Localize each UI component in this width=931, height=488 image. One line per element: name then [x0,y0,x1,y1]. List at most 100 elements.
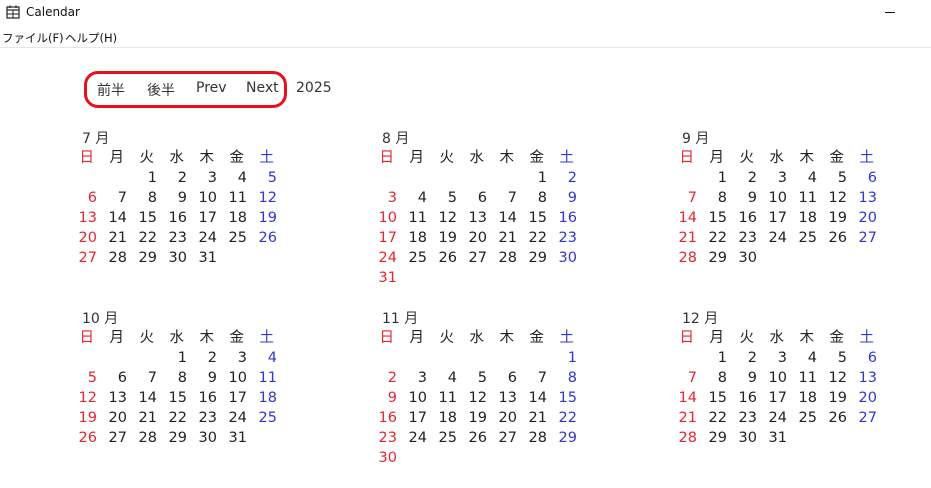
day-cell[interactable]: 22 [547,408,577,428]
day-cell[interactable]: 2 [157,168,187,188]
day-cell[interactable]: 20 [97,408,127,428]
minimize-button[interactable] [875,0,905,24]
day-cell[interactable]: 5 [817,348,847,368]
day-cell[interactable]: 10 [187,188,217,208]
day-cell[interactable]: 20 [847,208,877,228]
day-cell[interactable]: 1 [697,348,727,368]
day-cell[interactable]: 3 [367,188,397,208]
day-cell[interactable]: 25 [397,248,427,268]
day-cell[interactable]: 21 [517,408,547,428]
day-cell[interactable]: 5 [817,168,847,188]
day-cell[interactable]: 24 [217,408,247,428]
day-cell[interactable]: 31 [187,248,217,268]
day-cell[interactable]: 30 [547,248,577,268]
menu-help[interactable]: ヘルプ(H) [65,30,117,46]
day-cell[interactable]: 11 [787,188,817,208]
day-cell[interactable]: 6 [847,168,877,188]
day-cell[interactable]: 8 [547,368,577,388]
day-cell[interactable]: 1 [517,168,547,188]
day-cell[interactable]: 29 [517,248,547,268]
day-cell[interactable]: 20 [847,388,877,408]
day-cell[interactable]: 21 [667,228,697,248]
day-cell[interactable]: 13 [847,368,877,388]
next-button[interactable]: Next [246,80,279,96]
day-cell[interactable]: 26 [817,408,847,428]
day-cell[interactable]: 1 [157,348,187,368]
day-cell[interactable]: 15 [127,208,157,228]
day-cell[interactable]: 22 [697,228,727,248]
day-cell[interactable]: 28 [667,248,697,268]
day-cell[interactable]: 28 [667,428,697,448]
day-cell[interactable]: 19 [817,208,847,228]
day-cell[interactable]: 27 [847,228,877,248]
day-cell[interactable]: 6 [457,188,487,208]
day-cell[interactable]: 21 [127,408,157,428]
day-cell[interactable]: 23 [367,428,397,448]
day-cell[interactable]: 12 [247,188,277,208]
day-cell[interactable]: 22 [127,228,157,248]
day-cell[interactable]: 9 [367,388,397,408]
day-cell[interactable]: 27 [67,248,97,268]
day-cell[interactable]: 8 [517,188,547,208]
day-cell[interactable]: 18 [397,228,427,248]
day-cell[interactable]: 16 [367,408,397,428]
day-cell[interactable]: 19 [67,408,97,428]
day-cell[interactable]: 25 [787,228,817,248]
day-cell[interactable]: 6 [847,348,877,368]
day-cell[interactable]: 8 [157,368,187,388]
day-cell[interactable]: 29 [127,248,157,268]
day-cell[interactable]: 11 [217,188,247,208]
day-cell[interactable]: 15 [157,388,187,408]
day-cell[interactable]: 11 [427,388,457,408]
day-cell[interactable]: 15 [517,208,547,228]
day-cell[interactable]: 31 [217,428,247,448]
day-cell[interactable]: 27 [847,408,877,428]
day-cell[interactable]: 28 [517,428,547,448]
day-cell[interactable]: 16 [727,208,757,228]
day-cell[interactable]: 16 [157,208,187,228]
day-cell[interactable]: 12 [457,388,487,408]
day-cell[interactable]: 18 [787,208,817,228]
day-cell[interactable]: 26 [247,228,277,248]
day-cell[interactable]: 10 [757,188,787,208]
day-cell[interactable]: 19 [817,388,847,408]
day-cell[interactable]: 23 [727,408,757,428]
day-cell[interactable]: 4 [247,348,277,368]
day-cell[interactable]: 24 [367,248,397,268]
day-cell[interactable]: 7 [517,368,547,388]
day-cell[interactable]: 17 [187,208,217,228]
day-cell[interactable]: 9 [727,368,757,388]
day-cell[interactable]: 1 [697,168,727,188]
day-cell[interactable]: 7 [127,368,157,388]
day-cell[interactable]: 12 [427,208,457,228]
day-cell[interactable]: 4 [787,348,817,368]
second-half-button[interactable]: 後半 [147,80,175,100]
day-cell[interactable]: 4 [397,188,427,208]
day-cell[interactable]: 30 [727,248,757,268]
day-cell[interactable]: 2 [547,168,577,188]
day-cell[interactable]: 9 [727,188,757,208]
day-cell[interactable]: 12 [817,188,847,208]
prev-button[interactable]: Prev [196,80,227,96]
day-cell[interactable]: 2 [187,348,217,368]
day-cell[interactable]: 26 [457,428,487,448]
day-cell[interactable]: 10 [367,208,397,228]
day-cell[interactable]: 11 [397,208,427,228]
day-cell[interactable]: 9 [187,368,217,388]
day-cell[interactable]: 9 [547,188,577,208]
day-cell[interactable]: 27 [97,428,127,448]
day-cell[interactable]: 2 [367,368,397,388]
day-cell[interactable]: 16 [727,388,757,408]
day-cell[interactable]: 2 [727,348,757,368]
day-cell[interactable]: 14 [127,388,157,408]
day-cell[interactable]: 25 [217,228,247,248]
day-cell[interactable]: 13 [457,208,487,228]
day-cell[interactable]: 23 [727,228,757,248]
day-cell[interactable]: 15 [697,388,727,408]
day-cell[interactable]: 21 [97,228,127,248]
day-cell[interactable]: 19 [457,408,487,428]
day-cell[interactable]: 24 [397,428,427,448]
day-cell[interactable]: 18 [217,208,247,228]
day-cell[interactable]: 8 [697,368,727,388]
day-cell[interactable]: 17 [217,388,247,408]
